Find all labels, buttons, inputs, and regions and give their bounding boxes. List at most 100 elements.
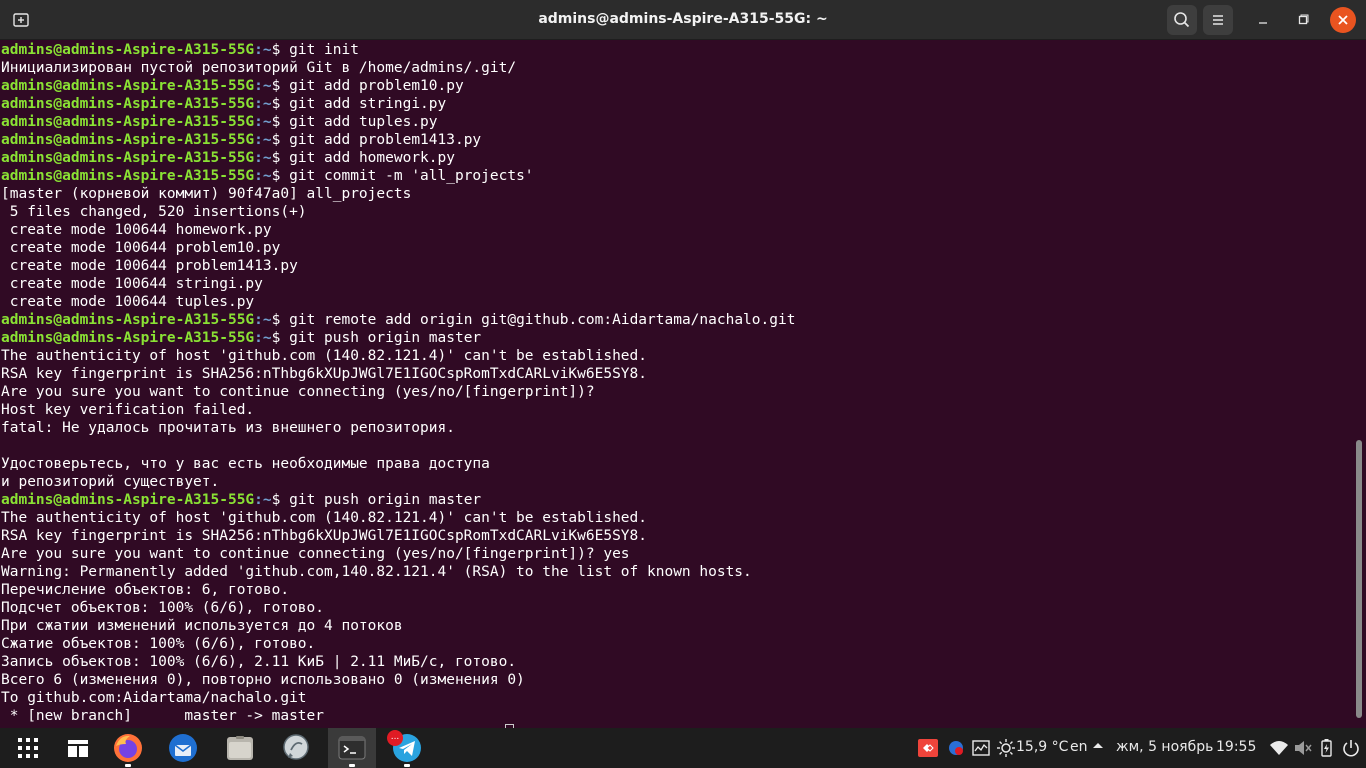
chat-launcher[interactable] <box>280 732 312 764</box>
search-icon <box>1174 12 1190 28</box>
apps-grid-button[interactable] <box>12 732 44 764</box>
maximize-button[interactable] <box>1288 5 1318 35</box>
firefox-running-indicator <box>125 764 131 767</box>
terminal-running-indicator <box>349 764 355 767</box>
minimize-icon <box>1259 22 1267 24</box>
chevron-up-icon <box>1093 743 1103 748</box>
output-line: Инициализирован пустой репозиторий Git в… <box>1 60 517 76</box>
output-line: Перечисление объектов: 6, готово. <box>1 582 290 598</box>
prompt-user-host: admins@admins-Aspire-A315-55G <box>1 132 255 148</box>
anydesk-tray-button[interactable] <box>918 738 938 758</box>
output-line: The authenticity of host 'github.com (14… <box>1 510 648 526</box>
thunderbird-icon <box>169 734 197 762</box>
output-line: Are you sure you want to continue connec… <box>1 546 630 562</box>
output-line: To github.com:Aidartama/nachalo.git <box>1 690 307 706</box>
battery-tray-button[interactable] <box>1316 738 1336 758</box>
prompt-line: admins@admins-Aspire-A315-55G:~$ git add… <box>1 95 795 113</box>
output-line: fatal: Не удалось прочитать из внешнего … <box>1 420 455 436</box>
prompt-user-host: admins@admins-Aspire-A315-55G <box>1 312 255 328</box>
command-text: git commit -m 'all_projects' <box>289 168 534 184</box>
output-line: create mode 100644 homework.py <box>1 222 272 238</box>
prompt-line: admins@admins-Aspire-A315-55G:~$ git rem… <box>1 311 795 329</box>
weather-temperature[interactable]: 15,9 °C <box>1016 739 1068 755</box>
output-line: и репозиторий существует. <box>1 474 220 490</box>
output-line: [master (корневой коммит) 90f47a0] all_p… <box>1 186 412 202</box>
output-line: Host key verification failed. <box>1 402 255 418</box>
prompt-symbol: $ <box>271 492 290 508</box>
output-line: Warning: Permanently added 'github.com,1… <box>1 564 752 580</box>
prompt-user-host: admins@admins-Aspire-A315-55G <box>1 114 255 130</box>
prompt-path: :~ <box>254 168 272 184</box>
close-button[interactable] <box>1330 7 1356 33</box>
files-launcher[interactable] <box>224 732 256 764</box>
files-icon <box>227 736 253 760</box>
firefox-launcher[interactable] <box>112 732 144 764</box>
prompt-line: admins@admins-Aspire-A315-55G:~$ git com… <box>1 167 795 185</box>
workspace-overview-button[interactable] <box>62 732 94 764</box>
output-line: * [new branch] master -> master <box>1 708 325 724</box>
window-title: admins@admins-Aspire-A315-55G: ~ <box>538 11 828 27</box>
prompt-line: admins@admins-Aspire-A315-55G:~$ git add… <box>1 77 795 95</box>
keyboard-layout[interactable]: en <box>1070 739 1088 755</box>
prompt-path: :~ <box>254 78 272 94</box>
output-line: create mode 100644 problem10.py <box>1 240 281 256</box>
terminal-scrollbar[interactable] <box>1356 440 1362 718</box>
prompt-path: :~ <box>254 330 272 346</box>
tray-expand-button[interactable] <box>1091 739 1111 759</box>
power-tray-button[interactable] <box>1341 738 1361 758</box>
prompt-line: admins@admins-Aspire-A315-55G:~$ git ini… <box>1 41 795 59</box>
terminal-launcher[interactable] <box>336 732 368 764</box>
record-indicator-icon <box>949 741 963 755</box>
prompt-path: :~ <box>254 114 272 130</box>
prompt-path: :~ <box>254 96 272 112</box>
clock-date[interactable]: жм, 5 ноябрь <box>1116 739 1213 755</box>
prompt-user-host: admins@admins-Aspire-A315-55G <box>1 150 255 166</box>
prompt-symbol: $ <box>271 78 290 94</box>
prompt-line: admins@admins-Aspire-A315-55G:~$ git add… <box>1 131 795 149</box>
prompt-symbol: $ <box>271 114 290 130</box>
minimize-button[interactable] <box>1248 5 1278 35</box>
command-text: git add stringi.py <box>289 96 447 112</box>
apps-grid-icon <box>18 738 38 758</box>
hamburger-menu-icon <box>1213 15 1223 25</box>
menu-button[interactable] <box>1203 5 1233 35</box>
search-button[interactable] <box>1167 5 1197 35</box>
prompt-symbol: $ <box>271 42 290 58</box>
command-text: git add homework.py <box>289 150 455 166</box>
prompt-symbol: $ <box>271 312 290 328</box>
output-line: Всего 6 (изменения 0), повторно использо… <box>1 672 525 688</box>
workspace-overview-icon <box>68 740 88 757</box>
clock-time[interactable]: 19:55 <box>1216 739 1256 755</box>
command-text: git add problem1413.py <box>289 132 482 148</box>
prompt-user-host: admins@admins-Aspire-A315-55G <box>1 330 255 346</box>
record-tray-button[interactable] <box>946 738 966 758</box>
output-line: Запись объектов: 100% (6/6), 2.11 КиБ | … <box>1 654 517 670</box>
prompt-symbol: $ <box>271 96 290 112</box>
wifi-tray-button[interactable] <box>1269 738 1289 758</box>
prompt-user-host: admins@admins-Aspire-A315-55G <box>1 492 255 508</box>
system-monitor-tray-button[interactable] <box>971 738 991 758</box>
sun-icon <box>997 739 1015 757</box>
terminal-output[interactable]: admins@admins-Aspire-A315-55G:~$ git ini… <box>0 40 1354 728</box>
telegram-unread-badge: ... <box>387 730 403 746</box>
terminal-lines: admins@admins-Aspire-A315-55G:~$ git ini… <box>1 41 795 725</box>
restore-icon <box>1298 14 1309 25</box>
close-icon <box>1338 15 1348 25</box>
command-text: git add tuples.py <box>289 114 438 130</box>
output-line: 5 files changed, 520 insertions(+) <box>1 204 307 220</box>
output-line: Are you sure you want to continue connec… <box>1 384 595 400</box>
prompt-symbol: $ <box>271 330 290 346</box>
battery-charging-icon <box>1321 739 1332 757</box>
output-line: Сжатие объектов: 100% (6/6), готово. <box>1 636 316 652</box>
volume-tray-button[interactable] <box>1293 738 1313 758</box>
thunderbird-launcher[interactable] <box>167 732 199 764</box>
prompt-user-host: admins@admins-Aspire-A315-55G <box>1 42 255 58</box>
wifi-icon <box>1270 741 1288 755</box>
weather-tray-button[interactable] <box>996 738 1016 758</box>
prompt-user-host: admins@admins-Aspire-A315-55G <box>1 78 255 94</box>
power-icon <box>1343 740 1359 757</box>
output-line: RSA key fingerprint is SHA256:nThbg6kXUp… <box>1 528 648 544</box>
output-line: create mode 100644 tuples.py <box>1 294 255 310</box>
output-line: Подсчет объектов: 100% (6/6), готово. <box>1 600 325 616</box>
